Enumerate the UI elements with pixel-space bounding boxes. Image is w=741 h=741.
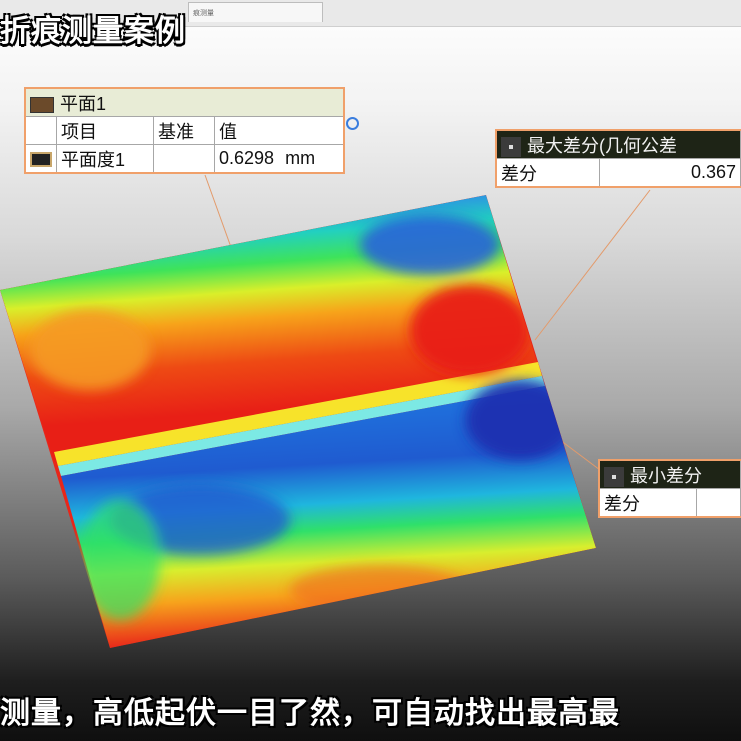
point-icon xyxy=(501,136,521,157)
plane-icon xyxy=(30,96,54,113)
blank-cell xyxy=(24,116,57,145)
video-subtitle: 测量，高低起伏一目了然，可自动找出最高最 xyxy=(0,696,620,731)
max-diff-title: 最大差分(几何公差 xyxy=(527,135,677,156)
flatness-icon-cell xyxy=(24,144,57,174)
column-value: 值 xyxy=(214,116,345,145)
column-item: 项目 xyxy=(56,116,154,145)
min-diff-title-cell: 最小差分 xyxy=(598,459,741,489)
max-diff-label: 差分 xyxy=(495,158,601,188)
column-base: 基准 xyxy=(153,116,215,145)
min-diff-label: 差分 xyxy=(598,488,698,518)
plane-title-cell: 平面1 xyxy=(24,87,345,117)
flatness-value: 0.6298 xyxy=(219,148,275,168)
plane-title: 平面1 xyxy=(60,93,107,114)
min-diff-value xyxy=(696,488,741,518)
row-name: 平面度1 xyxy=(56,144,154,174)
row-base xyxy=(153,144,215,174)
plane-annotation[interactable]: 平面1 项目 基准 值 平面度1 0.6298 mm xyxy=(24,87,345,174)
flatness-unit: mm xyxy=(285,148,316,168)
flatness-icon xyxy=(30,151,52,167)
min-diff-title: 最小差分 xyxy=(630,465,702,486)
point-icon xyxy=(604,466,624,487)
ring-icon[interactable] xyxy=(346,117,359,130)
max-diff-title-cell: 最大差分(几何公差 xyxy=(495,129,741,159)
max-diff-annotation[interactable]: 最大差分(几何公差 差分 0.367 xyxy=(495,129,741,188)
max-diff-value: 0.367 xyxy=(599,158,741,188)
min-diff-annotation[interactable]: 最小差分 差分 xyxy=(598,459,741,518)
row-value-cell: 0.6298 mm xyxy=(214,144,345,174)
